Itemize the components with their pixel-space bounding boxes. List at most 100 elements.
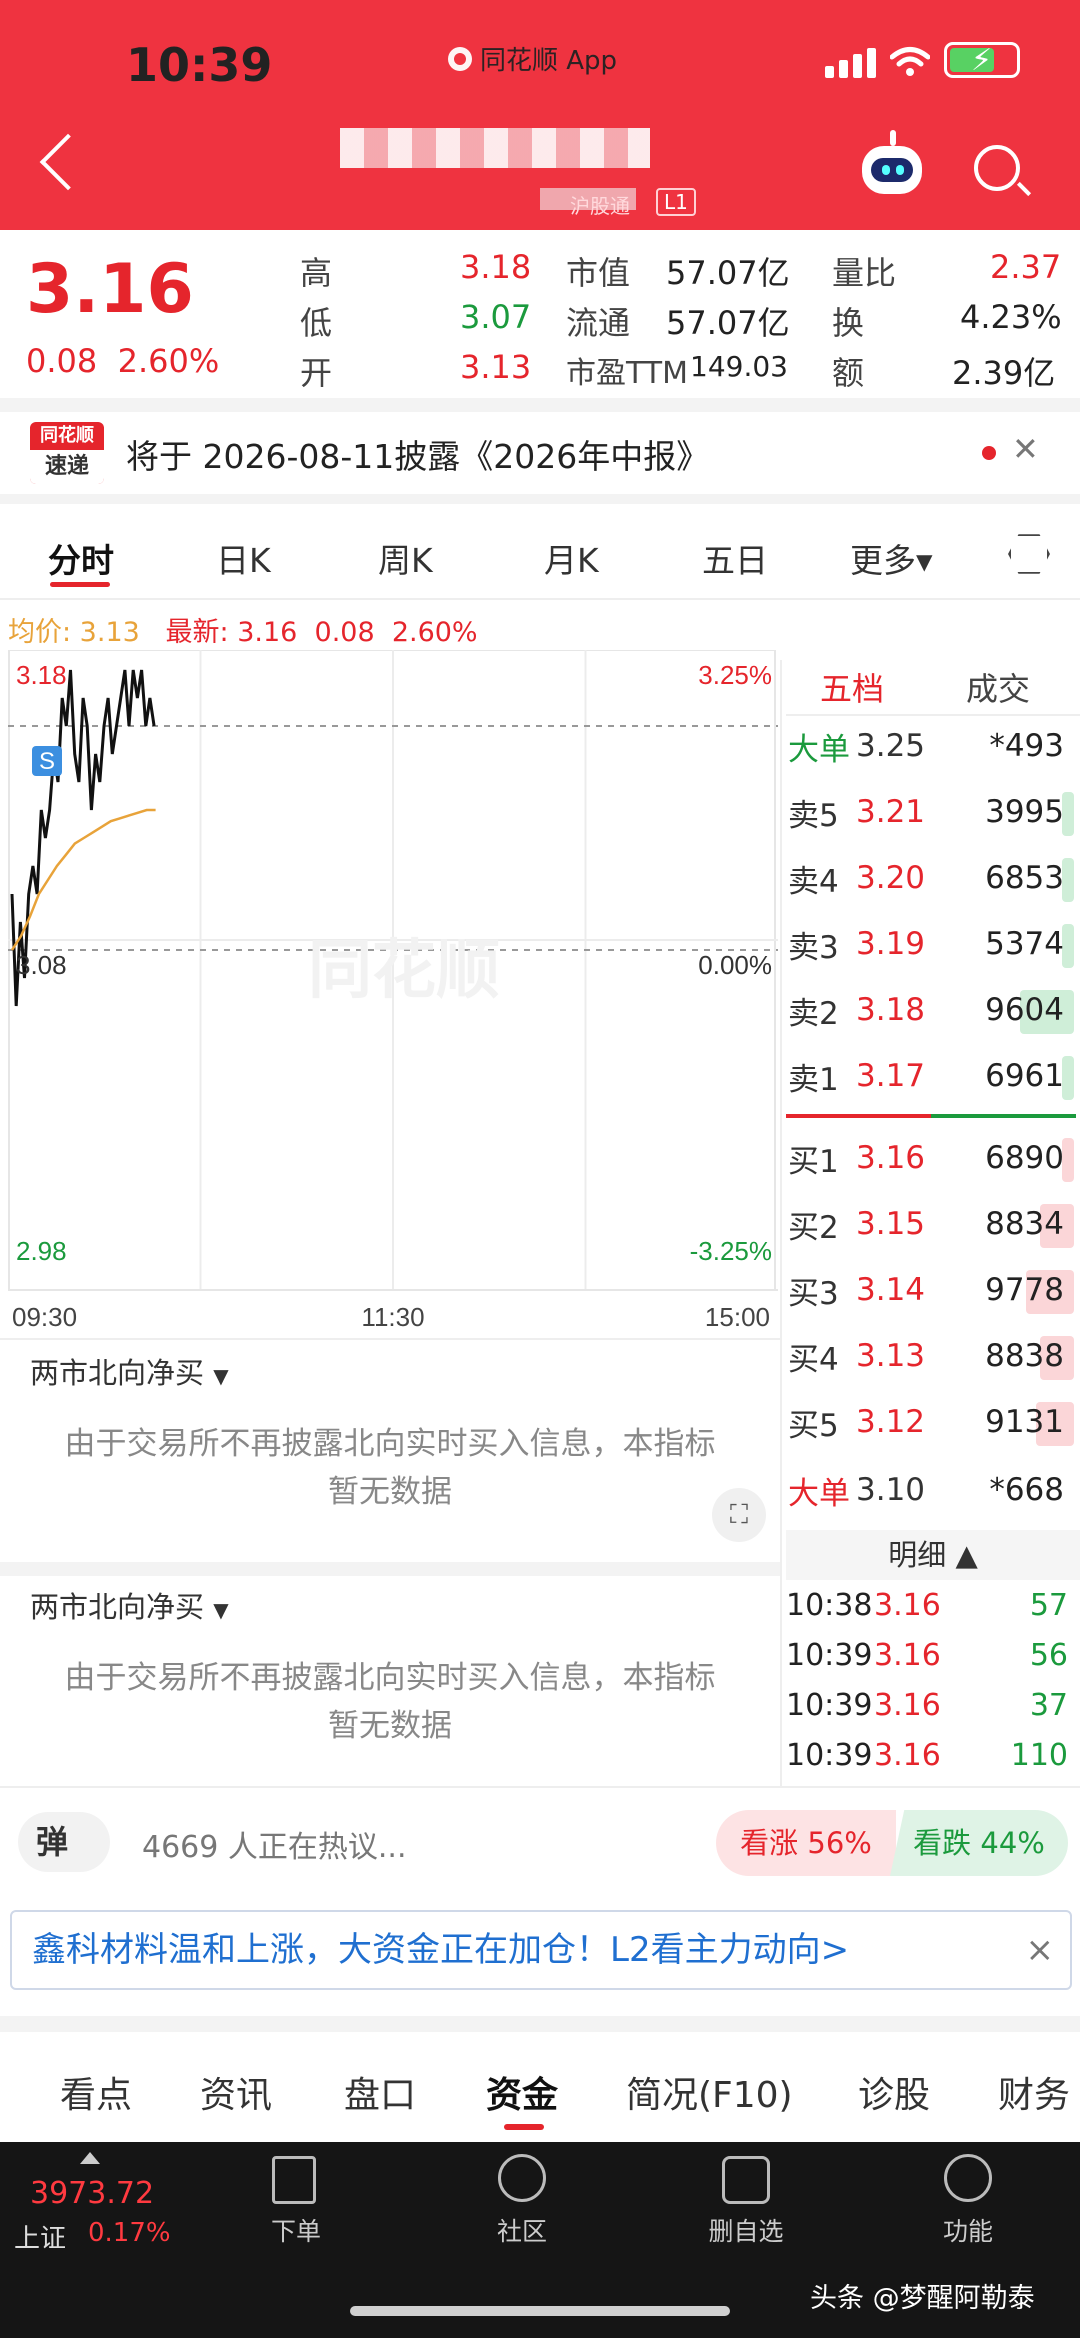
tab-monthly-k[interactable]: 月K bbox=[544, 534, 599, 582]
close-icon[interactable]: ✕ bbox=[1012, 430, 1039, 468]
bid-row-price: 3.13 bbox=[856, 1338, 926, 1374]
remove-watchlist-icon[interactable] bbox=[722, 2156, 770, 2204]
high-label: 高 bbox=[300, 254, 333, 292]
index-value[interactable]: 3973.72 bbox=[30, 2176, 154, 2211]
bull-vote-button[interactable]: 看涨 56% bbox=[716, 1810, 896, 1876]
volratio-value: 2.37 bbox=[990, 248, 1062, 286]
panel-message: 由于交易所不再披露北向实时买入信息，本指标 暂无数据 bbox=[10, 1654, 770, 1750]
nav-remove-watchlist[interactable]: 删自选 bbox=[676, 2212, 816, 2248]
big-sell-order-price: 3.25 bbox=[856, 728, 926, 764]
big-buy-order[interactable]: 大单 3.10 *668 bbox=[788, 1468, 1074, 1512]
x-tick-label: 15:00 bbox=[705, 1302, 770, 1332]
tab-trades[interactable]: 成交 bbox=[966, 664, 1030, 710]
divider bbox=[0, 2016, 1080, 2032]
bid-row-volume: 9131 bbox=[946, 1402, 1074, 1446]
expand-up-icon[interactable] bbox=[80, 2152, 100, 2164]
level-badge[interactable]: L1 bbox=[656, 188, 696, 216]
tab-f10[interactable]: 简况(F10) bbox=[626, 2066, 793, 2118]
order-icon[interactable] bbox=[272, 2156, 316, 2204]
bid-row-price: 3.15 bbox=[856, 1206, 926, 1242]
tab-highlights[interactable]: 看点 bbox=[60, 2066, 132, 2118]
tab-five-level[interactable]: 五档 bbox=[820, 664, 884, 710]
bid-row-label: 买3 bbox=[788, 1275, 839, 1312]
ask-row-price: 3.21 bbox=[856, 794, 926, 830]
expand-icon[interactable]: ⛶ bbox=[712, 1488, 766, 1542]
status-time: 10:39 bbox=[126, 38, 273, 92]
trade-tick-row: 10:39 3.16 56 bbox=[786, 1638, 1076, 1673]
bid-row[interactable]: 买4 3.13 8838 bbox=[788, 1334, 1074, 1380]
promo-banner[interactable]: 鑫科材料温和上涨，大资金正在加仓！L2看主力动向> × bbox=[10, 1910, 1072, 1990]
bear-vote-button[interactable]: 看跌 44% bbox=[890, 1810, 1068, 1876]
index-name: 上证 bbox=[14, 2224, 67, 2254]
tab-handicap[interactable]: 盘口 bbox=[344, 2066, 416, 2118]
search-icon[interactable] bbox=[974, 145, 1020, 191]
panel-title[interactable]: 两市北向净买 ▼ bbox=[30, 1584, 229, 1626]
big-buy-order-volume: *668 bbox=[989, 1472, 1064, 1508]
bid-row[interactable]: 买1 3.16 6890 bbox=[788, 1136, 1074, 1182]
tab-weekly-k[interactable]: 周K bbox=[378, 534, 433, 582]
settings-hex-icon[interactable] bbox=[1008, 534, 1050, 574]
tick-time: 10:39 bbox=[786, 1638, 873, 1673]
ask-row[interactable]: 卖4 3.20 6853 bbox=[788, 856, 1074, 902]
tab-news[interactable]: 资讯 bbox=[200, 2066, 272, 2118]
tab-more[interactable]: 更多▾ bbox=[850, 534, 933, 582]
menu-icon[interactable] bbox=[944, 2154, 992, 2202]
bid-row-price: 3.12 bbox=[856, 1404, 926, 1440]
latest-price: 最新: 3.16 bbox=[165, 617, 298, 648]
nav-order[interactable]: 下单 bbox=[226, 2212, 366, 2248]
divider bbox=[786, 714, 1080, 716]
tick-volume: 110 bbox=[1010, 1738, 1068, 1773]
danmaku-button[interactable]: 弹 bbox=[18, 1812, 110, 1872]
dropdown-icon: ▼ bbox=[213, 1598, 229, 1622]
s-marker-label: S bbox=[39, 748, 55, 775]
tab-diagnose[interactable]: 诊股 bbox=[858, 2066, 930, 2118]
big-sell-order[interactable]: 大单 3.25 *493 bbox=[788, 724, 1074, 768]
discussion-count[interactable]: 4669 人正在热议... bbox=[142, 1822, 407, 1866]
latest-change: 0.08 bbox=[314, 617, 375, 648]
ask-row[interactable]: 卖1 3.17 6961 bbox=[788, 1054, 1074, 1100]
big-buy-order-price: 3.10 bbox=[856, 1472, 926, 1508]
y-tick-label-right: 0.00% bbox=[698, 950, 772, 980]
nav-community[interactable]: 社区 bbox=[452, 2212, 592, 2248]
intraday-chart[interactable]: 同花顺 S 3.18 3.08 2.98 3.25% 0.00% -3.25% 09:30 11… bbox=[8, 650, 782, 1340]
big-buy-order-label: 大单 bbox=[788, 1475, 850, 1512]
high-value: 3.18 bbox=[460, 248, 532, 286]
bid-row-label: 买4 bbox=[788, 1341, 839, 1378]
tick-time: 10:39 bbox=[786, 1688, 873, 1723]
tab-daily-k[interactable]: 日K bbox=[216, 534, 271, 582]
panel-title[interactable]: 两市北向净买 ▼ bbox=[30, 1350, 229, 1392]
ask-row-label: 卖2 bbox=[788, 995, 839, 1032]
tick-price: 3.16 bbox=[874, 1738, 941, 1773]
amount-value: 2.39亿 bbox=[952, 354, 1056, 392]
bid-row-label: 买2 bbox=[788, 1209, 839, 1246]
bid-row-price: 3.14 bbox=[856, 1272, 926, 1308]
tab-capital[interactable]: 资金 bbox=[486, 2066, 558, 2118]
tab-finance[interactable]: 财务 bbox=[998, 2066, 1070, 2118]
bid-row[interactable]: 买3 3.14 9778 bbox=[788, 1268, 1074, 1314]
divider bbox=[0, 598, 1080, 600]
community-icon[interactable] bbox=[498, 2154, 546, 2202]
news-logo-top: 同花顺 bbox=[40, 425, 94, 446]
panel-title-text: 两市北向净买 bbox=[30, 1590, 205, 1624]
home-indicator[interactable] bbox=[350, 2306, 730, 2316]
detail-header[interactable]: 明细 ▲ bbox=[786, 1530, 1080, 1580]
tick-price: 3.16 bbox=[874, 1688, 941, 1723]
low-value: 3.07 bbox=[460, 298, 532, 336]
bid-row[interactable]: 买5 3.12 9131 bbox=[788, 1400, 1074, 1446]
divider bbox=[0, 1338, 780, 1340]
news-text[interactable]: 将于 2026-08-11披露《2026年中报》 bbox=[126, 430, 709, 478]
battery-icon: ⚡ bbox=[944, 42, 1020, 78]
active-tab-indicator bbox=[50, 582, 110, 587]
robot-assistant-icon[interactable] bbox=[862, 130, 922, 194]
ask-row[interactable]: 卖3 3.19 5374 bbox=[788, 922, 1074, 968]
nav-function[interactable]: 功能 bbox=[898, 2212, 1038, 2248]
volratio-label: 量比 bbox=[832, 254, 897, 292]
bid-row[interactable]: 买2 3.15 8834 bbox=[788, 1202, 1074, 1248]
ask-row[interactable]: 卖2 3.18 9604 bbox=[788, 988, 1074, 1034]
ask-row-label: 卖5 bbox=[788, 797, 839, 834]
tab-intraday[interactable]: 分时 bbox=[48, 534, 114, 582]
ask-row[interactable]: 卖5 3.21 3995 bbox=[788, 790, 1074, 836]
latest-percent: 2.60% bbox=[391, 617, 478, 648]
promo-close-icon[interactable]: × bbox=[1026, 1912, 1055, 1988]
tab-five-day[interactable]: 五日 bbox=[702, 534, 768, 582]
